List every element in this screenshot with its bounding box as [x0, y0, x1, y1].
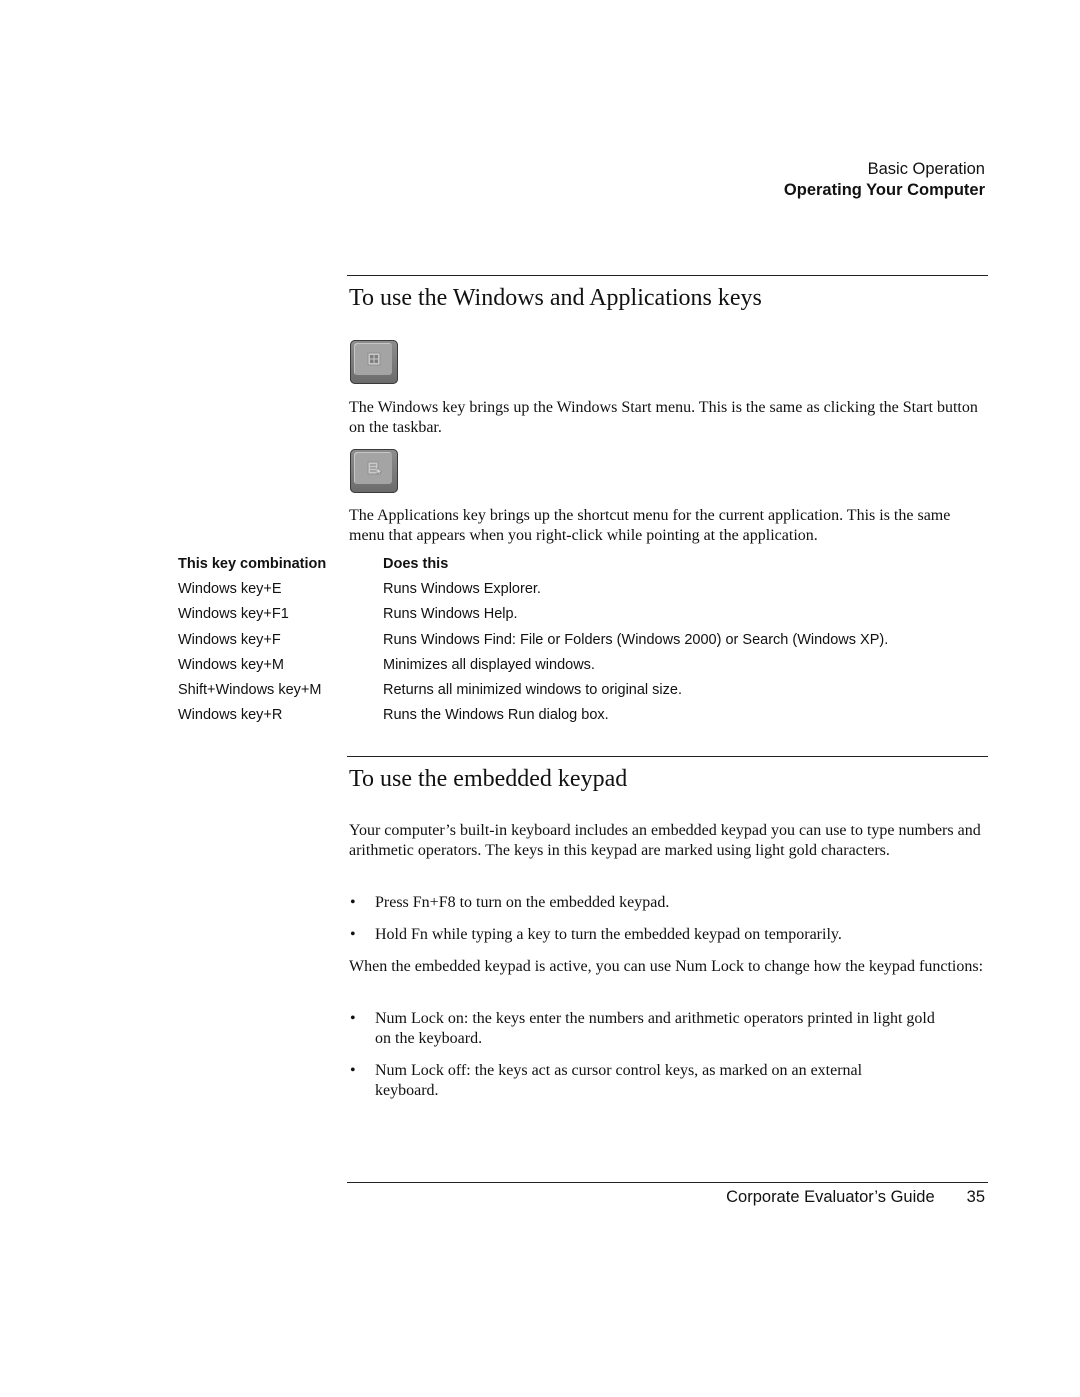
- bullet-icon: •: [350, 926, 356, 944]
- footer-guide-title: Corporate Evaluator’s Guide: [726, 1188, 935, 1206]
- list-item: • Num Lock off: the keys act as cursor c…: [349, 1061, 989, 1102]
- list-item: • Hold Fn while typing a key to turn the…: [349, 925, 989, 945]
- table-header-row: This key combination Does this: [178, 551, 978, 576]
- table-row: Windows key+E Runs Windows Explorer.: [178, 576, 978, 601]
- list-item: • Press Fn+F8 to turn on the embedded ke…: [349, 893, 989, 913]
- list-item-text: Hold Fn while typing a key to turn the e…: [375, 926, 842, 944]
- bullet-icon: •: [350, 1061, 356, 1079]
- action-cell: Minimizes all displayed windows.: [383, 656, 595, 673]
- action-cell: Runs Windows Help.: [383, 606, 518, 623]
- keypad-activation-list: • Press Fn+F8 to turn on the embedded ke…: [349, 893, 989, 946]
- list-item-text: Press Fn+F8 to turn on the embedded keyp…: [375, 894, 670, 911]
- key-combination-cell: Windows key+R: [178, 707, 283, 724]
- action-cell: Runs Windows Explorer.: [383, 580, 541, 597]
- page-footer: Corporate Evaluator’s Guide 35: [726, 1188, 985, 1207]
- num-lock-intro-paragraph: When the embedded keypad is active, you …: [349, 958, 984, 975]
- key-combination-table: This key combination Does this Windows k…: [178, 551, 978, 728]
- section-divider: [347, 756, 988, 757]
- action-cell: Returns all minimized windows to origina…: [383, 682, 682, 699]
- menu-pointer-icon: [367, 461, 383, 475]
- action-cell: Runs the Windows Run dialog box.: [383, 707, 609, 724]
- table-row: Windows key+F1 Runs Windows Help.: [178, 602, 978, 627]
- section-divider: [347, 275, 988, 276]
- windows-logo-icon: [367, 352, 381, 366]
- list-item-text: Num Lock on: the keys enter the numbers …: [375, 1010, 935, 1048]
- key-combination-cell: Windows key+F1: [178, 606, 289, 623]
- bullet-icon: •: [350, 894, 356, 911]
- action-cell: Runs Windows Find: File or Folders (Wind…: [383, 631, 889, 648]
- applications-key-description: The Applications key brings up the short…: [349, 507, 951, 545]
- footer-divider: [347, 1182, 988, 1183]
- num-lock-modes-list: • Num Lock on: the keys enter the number…: [349, 1009, 989, 1102]
- page-number: 35: [966, 1188, 985, 1206]
- table-row: Shift+Windows key+M Returns all minimize…: [178, 677, 978, 702]
- windows-key-description: The Windows key brings up the Windows St…: [349, 399, 978, 437]
- applications-key-icon: [350, 449, 398, 493]
- section-heading-windows-keys: To use the Windows and Applications keys: [349, 285, 762, 311]
- keypad-intro-paragraph: Your computer’s built-in keyboard includ…: [349, 822, 981, 860]
- running-header-section: Basic Operation: [867, 160, 985, 178]
- column-header-key-combination: This key combination: [178, 555, 327, 572]
- key-combination-cell: Shift+Windows key+M: [178, 682, 322, 699]
- key-combination-cell: Windows key+E: [178, 580, 282, 597]
- table-row: Windows key+R Runs the Windows Run dialo…: [178, 703, 978, 728]
- table-row: Windows key+M Minimizes all displayed wi…: [178, 652, 978, 677]
- windows-key-icon: [350, 340, 398, 384]
- section-heading-embedded-keypad: To use the embedded keypad: [349, 766, 628, 792]
- column-header-does-this: Does this: [383, 555, 449, 572]
- key-combination-cell: Windows key+F: [178, 631, 281, 648]
- table-row: Windows key+F Runs Windows Find: File or…: [178, 627, 978, 652]
- list-item: • Num Lock on: the keys enter the number…: [349, 1009, 989, 1050]
- list-item-text: Num Lock off: the keys act as cursor con…: [375, 1061, 863, 1100]
- key-combination-cell: Windows key+M: [178, 656, 284, 673]
- bullet-icon: •: [350, 1010, 356, 1027]
- running-header-chapter: Operating Your Computer: [783, 181, 985, 199]
